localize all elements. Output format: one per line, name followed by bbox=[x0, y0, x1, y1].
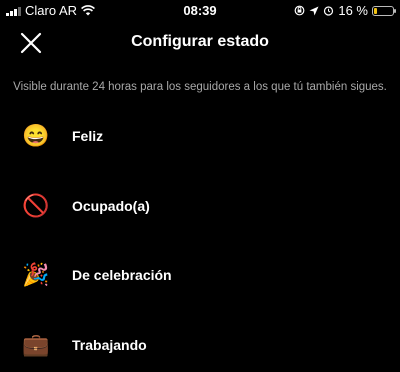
status-right: 16 % bbox=[294, 3, 396, 18]
happy-face-icon: 😄 bbox=[22, 123, 50, 148]
visibility-description: Visible durante 24 horas para los seguid… bbox=[13, 81, 387, 93]
status-option-trabajando[interactable]: 💼 Trabajando bbox=[0, 321, 400, 371]
status-option-label: Feliz bbox=[72, 128, 104, 144]
header: Configurar estado bbox=[0, 22, 400, 64]
status-option-ocupado[interactable]: 🚫 Ocupado(a) bbox=[0, 182, 400, 232]
status-option-feliz[interactable]: 😄 Feliz bbox=[0, 112, 400, 162]
prohibited-icon: 🚫 bbox=[22, 193, 50, 218]
status-option-label: Ocupado(a) bbox=[72, 198, 150, 214]
battery-level-fill bbox=[374, 7, 377, 14]
party-popper-icon: 🎉 bbox=[22, 262, 50, 287]
orientation-lock-icon bbox=[294, 5, 305, 16]
briefcase-icon: 💼 bbox=[22, 332, 50, 357]
page-title: Configurar estado bbox=[131, 33, 269, 50]
status-bar: Claro AR 08:39 16 % bbox=[0, 0, 400, 22]
alarm-icon bbox=[324, 6, 334, 16]
location-arrow-icon bbox=[309, 6, 319, 15]
battery-percent: 16 % bbox=[338, 3, 368, 18]
battery-icon bbox=[372, 5, 396, 16]
status-option-celebracion[interactable]: 🎉 De celebración bbox=[0, 251, 400, 301]
status-option-label: De celebración bbox=[72, 267, 172, 283]
status-option-label: Trabajando bbox=[72, 337, 147, 353]
